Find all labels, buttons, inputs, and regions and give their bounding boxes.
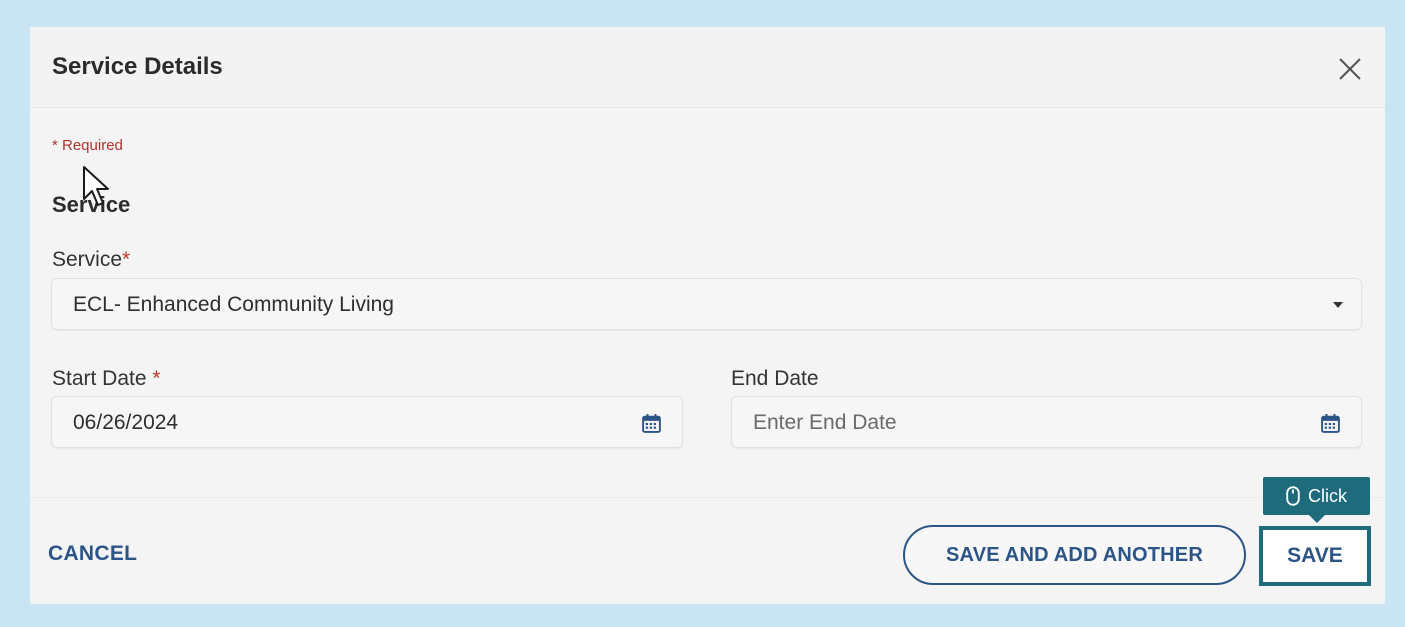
service-label: Service* [52, 248, 130, 272]
service-label-text: Service [52, 248, 123, 271]
calendar-icon[interactable] [641, 413, 662, 434]
end-date-placeholder: Enter End Date [753, 411, 897, 434]
cancel-button[interactable]: CANCEL [48, 542, 137, 566]
close-icon [1339, 58, 1361, 80]
start-date-label: Start Date * [52, 367, 161, 391]
save-button[interactable]: SAVE [1259, 526, 1371, 586]
close-button[interactable] [1332, 51, 1368, 87]
click-tooltip-label: Click [1308, 485, 1347, 506]
click-tooltip: Click [1263, 477, 1370, 523]
save-and-add-another-button[interactable]: SAVE AND ADD ANOTHER [903, 525, 1246, 585]
modal-header: Service Details [30, 27, 1385, 108]
start-date-input[interactable]: 06/26/2024 [51, 396, 683, 448]
service-required-mark: * [122, 248, 131, 271]
mouse-pointer-icon [83, 166, 109, 206]
start-date-required-mark: * [152, 367, 161, 390]
required-note: * Required [52, 137, 123, 154]
modal-title: Service Details [52, 53, 223, 80]
mouse-icon [1286, 486, 1300, 506]
footer-divider [30, 497, 1385, 498]
chevron-down-icon [1333, 302, 1343, 308]
service-details-modal: Service Details * Required Service Servi… [30, 27, 1385, 604]
end-date-input[interactable]: Enter End Date [731, 396, 1362, 448]
end-date-label: End Date [731, 367, 819, 390]
start-date-value: 06/26/2024 [73, 411, 179, 434]
start-date-label-text: Start Date [52, 367, 147, 390]
calendar-icon[interactable] [1320, 413, 1341, 434]
service-select[interactable]: ECL- Enhanced Community Living [51, 278, 1362, 330]
service-select-value: ECL- Enhanced Community Living [73, 293, 394, 316]
